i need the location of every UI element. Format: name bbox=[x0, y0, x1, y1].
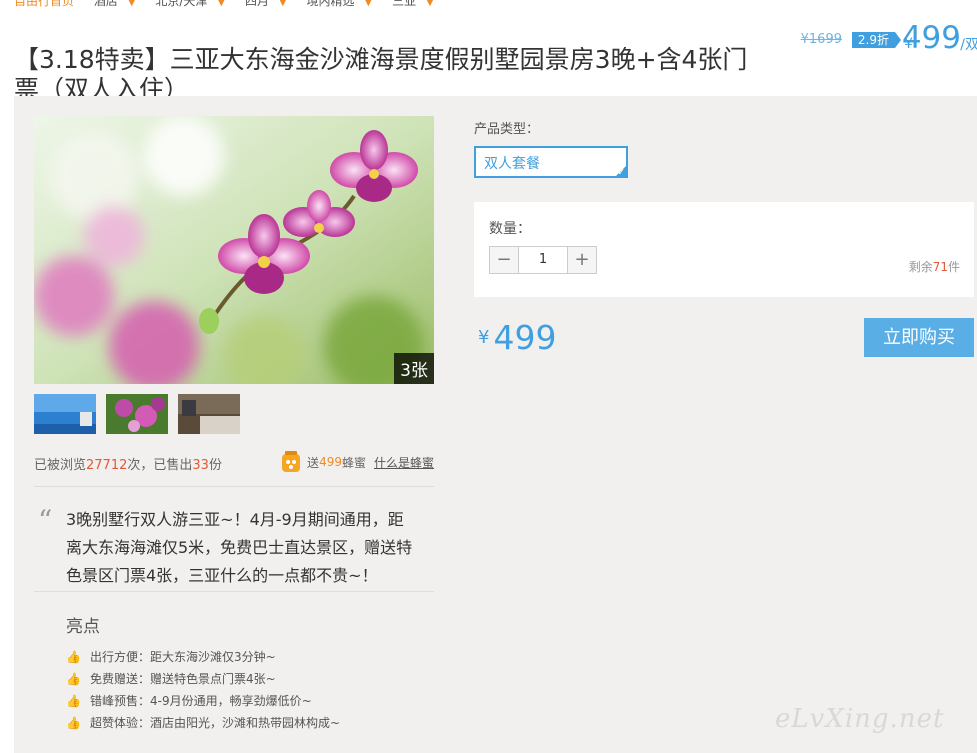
highlights-list: 👍 出行方便：距大东海沙滩仅3分钟~ 👍 免费赠送：赠送特色景点门票4张~ 👍 错峰预… bbox=[66, 646, 340, 734]
buy-now-button[interactable]: 立即购买 bbox=[864, 318, 974, 357]
breadcrumb-item[interactable]: 北京/天津 ▼ bbox=[155, 0, 233, 9]
chevron-down-icon: ▼ bbox=[217, 0, 226, 8]
thumbs-up-icon: 👍 bbox=[66, 650, 81, 664]
breadcrumb-item[interactable]: 三亚 ▼ bbox=[392, 0, 442, 9]
chevron-down-icon: ▼ bbox=[364, 0, 373, 8]
watermark: eLvXing.net bbox=[775, 704, 945, 734]
image-count-badge: 3张 bbox=[394, 353, 434, 384]
views-label: 已被浏览 bbox=[34, 458, 87, 473]
discount-badge: 2.9折 bbox=[851, 32, 902, 48]
quantity-box: 数量： − 1 + 剩余71件 bbox=[474, 202, 974, 297]
sold-label: 次，已售出 bbox=[127, 458, 193, 473]
check-icon: ✓ bbox=[617, 168, 625, 178]
gift-suffix: 蜂蜜 bbox=[341, 455, 366, 470]
quote-icon: “ bbox=[38, 504, 53, 537]
sale-price: 499 bbox=[901, 20, 961, 56]
quantity-label: 数量： bbox=[489, 221, 531, 237]
quantity-stepper: − 1 + bbox=[489, 246, 597, 274]
list-item: 👍 出行方便：距大东海沙滩仅3分钟~ bbox=[66, 650, 276, 664]
list-item: 👍 免费赠送：赠送特色景点门票4张~ bbox=[66, 672, 276, 686]
breadcrumb-item[interactable]: 四月 ▼ bbox=[245, 0, 295, 9]
thumbs-up-icon: 👍 bbox=[66, 716, 81, 730]
gift-amount: 499 bbox=[319, 455, 342, 469]
honey-gift: 送 499 蜂蜜 什么是蜂蜜 bbox=[279, 450, 434, 474]
thumbnail-sky-beach[interactable] bbox=[34, 394, 96, 434]
stock-count: 71 bbox=[932, 260, 948, 274]
breadcrumb: 自由行首页 酒店 ▼ 北京/天津 ▼ 四月 ▼ 境内精选 ▼ 三亚 ▼ bbox=[14, 0, 450, 8]
thumbs-up-icon: 👍 bbox=[66, 672, 81, 686]
breadcrumb-home[interactable]: 自由行首页 bbox=[14, 0, 82, 9]
orchid-photo bbox=[34, 116, 434, 384]
breadcrumb-item[interactable]: 境内精选 ▼ bbox=[307, 0, 381, 9]
what-is-honey-link[interactable]: 什么是蜂蜜 bbox=[374, 454, 434, 471]
price-unit: /双 bbox=[960, 37, 977, 53]
list-item: 👍 超赞体验：酒店由阳光，沙滩和热带园林构成~ bbox=[66, 716, 341, 730]
gift-prefix: 送 bbox=[307, 455, 320, 470]
highlights-title: 亮点 bbox=[66, 617, 100, 637]
total-price: ¥499 bbox=[478, 318, 556, 357]
honey-jar-icon bbox=[282, 451, 301, 472]
chevron-down-icon: ▼ bbox=[278, 0, 287, 8]
original-price: ¥1699 bbox=[800, 32, 842, 47]
stock-remaining: 剩余71件 bbox=[908, 260, 960, 274]
divider bbox=[34, 486, 434, 487]
thumbnail-room[interactable] bbox=[178, 394, 240, 434]
decrease-button[interactable]: − bbox=[490, 247, 518, 273]
chevron-down-icon: ▼ bbox=[426, 0, 434, 8]
sold-unit: 份 bbox=[208, 458, 222, 473]
price-value: 499 bbox=[493, 318, 557, 357]
sold-count: 33 bbox=[192, 458, 209, 473]
list-item: 👍 错峰预售：4-9月份通用，畅享劲爆低价~ bbox=[66, 694, 312, 708]
thumbs-up-icon: 👍 bbox=[66, 694, 81, 708]
thumbnail-orchid[interactable] bbox=[106, 394, 168, 434]
product-type-option[interactable]: 双人套餐 ✓ bbox=[474, 146, 628, 178]
divider bbox=[34, 591, 434, 592]
product-type-label: 产品类型： bbox=[474, 122, 540, 137]
breadcrumb-item[interactable]: 酒店 ▼ bbox=[94, 0, 144, 9]
quantity-input[interactable]: 1 bbox=[518, 247, 568, 273]
product-intro: 3晚别墅行双人游三亚~！4月-9月期间通用，距离大东海海滩仅5米，免费巴士直达景… bbox=[66, 510, 413, 585]
product-stats: 已被浏览27712次，已售出33份 送 499 蜂蜜 什么是蜂蜜 bbox=[34, 451, 434, 473]
chevron-down-icon: ▼ bbox=[127, 0, 136, 8]
main-product-image[interactable]: 3张 bbox=[34, 116, 434, 384]
view-count: 27712 bbox=[86, 458, 128, 473]
product-panel: 3张 已被浏览27712次，已售出33份 送 499 蜂蜜 什么是蜂蜜 “ 3晚别墅… bbox=[14, 96, 977, 753]
increase-button[interactable]: + bbox=[568, 247, 596, 273]
currency-symbol: ¥ bbox=[478, 327, 490, 348]
